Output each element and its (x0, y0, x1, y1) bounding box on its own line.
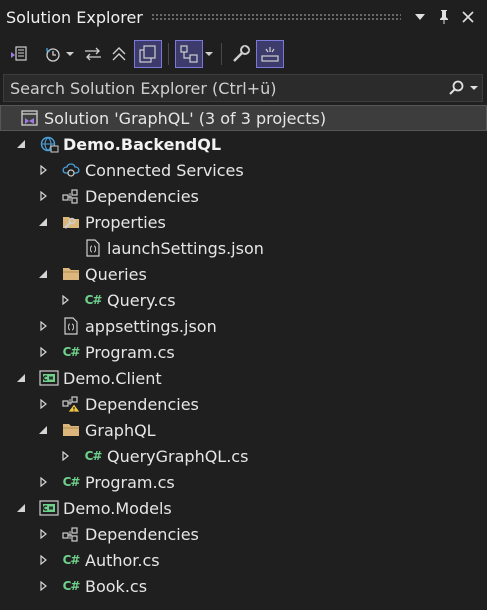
dependencies-icon (60, 187, 82, 205)
tree-item-querygraphql-cs[interactable]: C# QueryGraphQL.cs (0, 443, 487, 469)
collapsed-arrow-icon[interactable] (36, 189, 50, 203)
filter-dropdown-icon[interactable] (203, 40, 215, 68)
collapsed-arrow-icon[interactable] (36, 163, 50, 177)
tree-item-label: GraphQL (85, 420, 156, 440)
expanded-arrow-icon[interactable] (14, 371, 28, 385)
csharp-project-icon (38, 499, 60, 517)
expanded-arrow-icon[interactable] (14, 501, 28, 515)
tree-item-program-cs[interactable]: C# Program.cs (0, 339, 487, 365)
collapsed-arrow-icon[interactable] (36, 579, 50, 593)
folder-icon (60, 421, 82, 439)
tree-item-appsettings[interactable]: appsettings.json (0, 313, 487, 339)
solution-icon (19, 109, 41, 127)
tree-item-program-cs[interactable]: C# Program.cs (0, 469, 487, 495)
collapse-all-icon[interactable] (106, 40, 132, 68)
switch-views-icon[interactable] (6, 40, 32, 68)
csharp-file-icon: C# (62, 553, 81, 567)
collapsed-arrow-icon[interactable] (36, 345, 50, 359)
tree-item-dependencies[interactable]: Dependencies (0, 183, 487, 209)
search-icon[interactable] (446, 76, 466, 100)
drag-handle[interactable] (150, 12, 401, 22)
toolbar-separator (168, 43, 169, 65)
collapsed-arrow-icon[interactable] (36, 319, 50, 333)
tree-item-project-backend[interactable]: Demo.BackendQL (0, 131, 487, 157)
expanded-arrow-icon[interactable] (36, 267, 50, 281)
properties-icon[interactable] (228, 40, 254, 68)
window-title: Solution Explorer (6, 7, 143, 27)
tree-item-label: Dependencies (85, 524, 199, 544)
window-position-dropdown-icon[interactable] (409, 6, 431, 28)
tree-item-label: Queries (85, 264, 147, 284)
no-arrow (58, 241, 72, 255)
title-bar: Solution Explorer (0, 0, 487, 34)
close-icon[interactable] (457, 6, 479, 28)
tree-item-properties[interactable]: Properties (0, 209, 487, 235)
tree-item-label: appsettings.json (85, 316, 217, 336)
tree-item-label: Author.cs (85, 550, 160, 570)
csharp-file-icon: C# (84, 293, 103, 307)
collapsed-arrow-icon[interactable] (36, 527, 50, 541)
csharp-project-icon (38, 369, 60, 387)
tree-item-label: Book.cs (85, 576, 148, 596)
web-project-icon (38, 135, 60, 153)
expanded-arrow-icon[interactable] (14, 137, 28, 151)
search-input[interactable] (4, 76, 446, 100)
tree-item-label: Connected Services (85, 160, 244, 180)
tree-item-label: Demo.Models (63, 498, 172, 518)
dependencies-icon (60, 525, 82, 543)
tree-item-project-models[interactable]: Demo.Models (0, 495, 487, 521)
collapsed-arrow-icon[interactable] (36, 475, 50, 489)
tree-item-dependencies[interactable]: Dependencies (0, 521, 487, 547)
preview-selected-items-icon[interactable] (256, 40, 284, 68)
dependencies-warning-icon (60, 395, 82, 413)
pin-icon[interactable] (433, 6, 455, 28)
toolbar-separator (221, 43, 222, 65)
json-file-icon (60, 317, 82, 335)
collapsed-arrow-icon[interactable] (58, 449, 72, 463)
tree-item-label: Demo.Client (63, 368, 162, 388)
tree-item-label: Demo.BackendQL (63, 134, 222, 154)
tree-item-label: QueryGraphQL.cs (107, 446, 249, 466)
pending-changes-filter-icon[interactable] (175, 40, 203, 68)
tree-item-label: Dependencies (85, 186, 199, 206)
tree-item-label: launchSettings.json (107, 238, 264, 258)
history-icon[interactable] (42, 40, 64, 68)
search-box (3, 74, 483, 102)
csharp-file-icon: C# (84, 449, 103, 463)
tree-item-project-client[interactable]: Demo.Client (0, 365, 487, 391)
collapsed-arrow-icon[interactable] (58, 293, 72, 307)
collapsed-arrow-icon[interactable] (36, 553, 50, 567)
tree-item-author-cs[interactable]: C# Author.cs (0, 547, 487, 573)
expanded-arrow-icon[interactable] (36, 215, 50, 229)
tree-item-label: Dependencies (85, 394, 199, 414)
expanded-arrow-icon[interactable] (36, 423, 50, 437)
tree-item-launch-settings[interactable]: launchSettings.json (0, 235, 487, 261)
show-all-files-icon[interactable] (134, 40, 162, 68)
tree-item-graphql-folder[interactable]: GraphQL (0, 417, 487, 443)
tree-item-query-cs[interactable]: C# Query.cs (0, 287, 487, 313)
tree-item-label: Query.cs (107, 290, 176, 310)
tree-item-label: Solution 'GraphQL' (3 of 3 projects) (44, 108, 327, 128)
collapsed-arrow-icon[interactable] (36, 397, 50, 411)
tree-item-queries[interactable]: Queries (0, 261, 487, 287)
csharp-file-icon: C# (62, 345, 81, 359)
json-file-icon (82, 239, 104, 257)
tree-item-connected-services[interactable]: Connected Services (0, 157, 487, 183)
tree-item-label: Program.cs (85, 342, 175, 362)
csharp-file-icon: C# (62, 475, 81, 489)
tree-item-solution[interactable]: Solution 'GraphQL' (3 of 3 projects) (0, 105, 487, 131)
properties-folder-icon (60, 213, 82, 231)
sync-icon[interactable] (80, 40, 106, 68)
connected-services-icon (60, 161, 82, 179)
csharp-file-icon: C# (62, 579, 81, 593)
tree-item-label: Properties (85, 212, 166, 232)
folder-icon (60, 265, 82, 283)
tree-item-book-cs[interactable]: C# Book.cs (0, 573, 487, 599)
tree-item-dependencies[interactable]: Dependencies (0, 391, 487, 417)
history-dropdown-icon[interactable] (64, 40, 76, 68)
tree-item-label: Program.cs (85, 472, 175, 492)
toolbar (0, 38, 487, 70)
search-options-dropdown-icon[interactable] (466, 76, 482, 100)
